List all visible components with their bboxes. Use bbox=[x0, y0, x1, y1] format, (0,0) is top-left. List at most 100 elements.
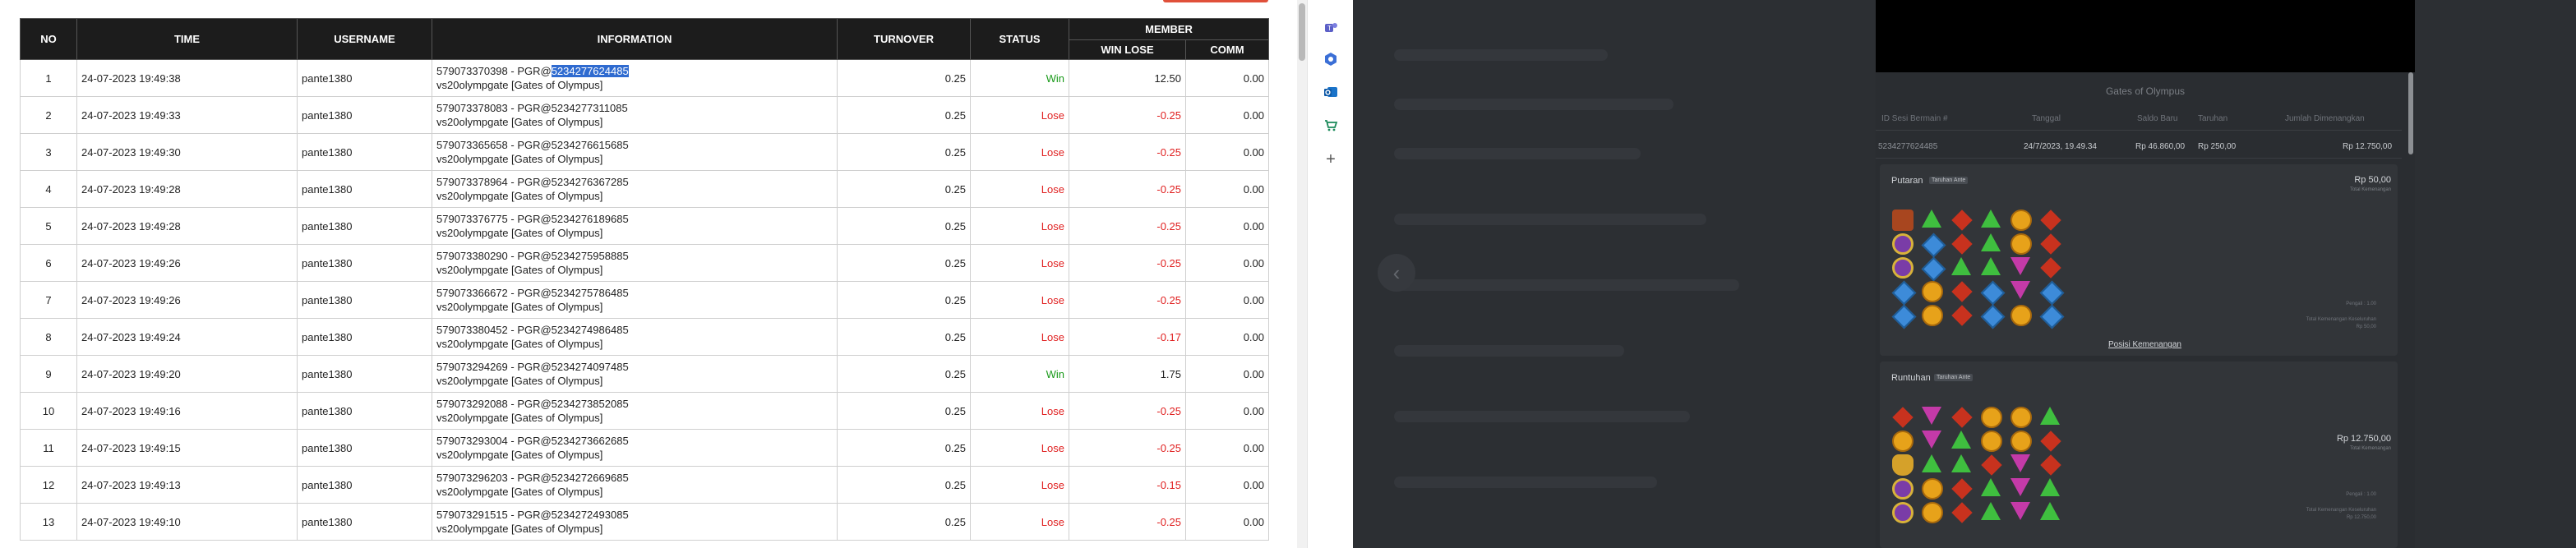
cell-time: 24-07-2023 19:49:26 bbox=[76, 281, 298, 319]
info-transaction: 579073376775 - PGR@5234276189685 bbox=[436, 213, 629, 225]
cell-comm: 0.00 bbox=[1185, 355, 1269, 393]
slot-symbol-icon bbox=[1951, 233, 1973, 255]
cell-no: 3 bbox=[20, 133, 77, 171]
info-transaction: 579073292088 - PGR@5234273852085 bbox=[436, 398, 629, 410]
spin-card-info: Pengali : 1.00 Total Kemenangan Keseluru… bbox=[2306, 301, 2376, 331]
info-line-1: 579073376775 - PGR@5234276189685 bbox=[436, 212, 833, 226]
slot-symbol-icon bbox=[2010, 502, 2030, 520]
table-row[interactable]: 1 24-07-2023 19:49:38 pante1380 57907337039… bbox=[20, 59, 1269, 97]
cell-information[interactable]: 579073296203 - PGR@5234272669685 vs20olym… bbox=[432, 466, 838, 504]
panel-scrollbar[interactable] bbox=[2408, 72, 2413, 154]
tumble-card-amount-label: Total Kemenangan bbox=[2349, 446, 2391, 451]
outlook-icon[interactable] bbox=[1323, 84, 1339, 100]
extension-icon[interactable] bbox=[1323, 51, 1339, 67]
game-history-viewer: ‹ Gates of Olympus ID Sesi Bermain # Tan… bbox=[1353, 0, 2576, 548]
spin-total-label: Total Kemenangan Keseluruhan bbox=[2306, 317, 2376, 322]
info-line-1: 579073378083 - PGR@5234277311085 bbox=[436, 101, 833, 115]
cell-time: 24-07-2023 19:49:33 bbox=[76, 96, 298, 134]
page-scrollbar[interactable] bbox=[1297, 0, 1307, 548]
table-row[interactable]: 11 24-07-2023 19:49:15 pante1380 5790732930… bbox=[20, 429, 1269, 467]
cell-information[interactable]: 579073293004 - PGR@5234273662685 vs20olym… bbox=[432, 429, 838, 467]
cell-status: Lose bbox=[970, 96, 1069, 134]
info-line-1: 579073370398 - PGR@5234277624485 bbox=[436, 64, 833, 78]
header-win: Jumlah Dimenangkan bbox=[2285, 114, 2365, 123]
slot-symbol-icon bbox=[1922, 281, 1943, 302]
cell-no: 11 bbox=[20, 429, 77, 467]
info-transaction: 579073366672 - PGR@5234275786485 bbox=[436, 287, 629, 299]
table-row[interactable]: 10 24-07-2023 19:49:16 pante1380 5790732920… bbox=[20, 392, 1269, 430]
cell-turnover: 0.25 bbox=[837, 133, 971, 171]
table-row[interactable]: 9 24-07-2023 19:49:20 pante1380 57907329426… bbox=[20, 355, 1269, 393]
cell-comm: 0.00 bbox=[1185, 133, 1269, 171]
table-row[interactable]: 8 24-07-2023 19:49:24 pante1380 57907338045… bbox=[20, 318, 1269, 356]
cell-information[interactable]: 579073292088 - PGR@5234273852085 vs20olym… bbox=[432, 392, 838, 430]
col-header-no[interactable]: NO bbox=[20, 18, 77, 60]
slot-symbol-icon bbox=[1951, 257, 1971, 275]
cell-information[interactable]: 579073380452 - PGR@5234274986485 vs20olym… bbox=[432, 318, 838, 356]
table-row[interactable]: 7 24-07-2023 19:49:26 pante1380 57907336667… bbox=[20, 281, 1269, 319]
cell-win-lose: -0.25 bbox=[1069, 96, 1186, 134]
tumble-card-badge: Taruhan Ante bbox=[1934, 374, 1974, 381]
cell-information[interactable]: 579073378083 - PGR@5234277311085 vs20olym… bbox=[432, 96, 838, 134]
col-header-win-lose[interactable]: WIN LOSE bbox=[1069, 39, 1186, 60]
slot-symbol-icon bbox=[1980, 304, 2006, 329]
cell-status: Lose bbox=[970, 429, 1069, 467]
add-icon[interactable]: + bbox=[1323, 150, 1339, 168]
cell-win-lose: -0.25 bbox=[1069, 133, 1186, 171]
col-header-username[interactable]: USERNAME bbox=[297, 18, 432, 60]
table-row[interactable]: 4 24-07-2023 19:49:28 pante1380 57907337896… bbox=[20, 170, 1269, 208]
col-header-comm[interactable]: COMM bbox=[1185, 39, 1269, 60]
teams-icon[interactable]: T bbox=[1323, 20, 1339, 36]
cell-no: 9 bbox=[20, 355, 77, 393]
cell-information[interactable]: 579073366672 - PGR@5234275786485 vs20olym… bbox=[432, 281, 838, 319]
cell-turnover: 0.25 bbox=[837, 170, 971, 208]
previous-arrow-icon[interactable]: ‹ bbox=[1378, 254, 1415, 292]
info-game: vs20olympgate [Gates of Olympus] bbox=[436, 116, 603, 128]
table-row[interactable]: 2 24-07-2023 19:49:33 pante1380 57907337808… bbox=[20, 96, 1269, 134]
cell-turnover: 0.25 bbox=[837, 96, 971, 134]
cell-information[interactable]: 579073294269 - PGR@5234274097485 vs20olym… bbox=[432, 355, 838, 393]
slot-symbol-icon bbox=[1892, 431, 1914, 452]
col-header-time[interactable]: TIME bbox=[76, 18, 298, 60]
cell-status: Lose bbox=[970, 281, 1069, 319]
shopping-icon[interactable] bbox=[1323, 117, 1339, 133]
winning-positions-link[interactable]: Posisi Kemenangan bbox=[2108, 340, 2181, 349]
cell-information[interactable]: 579073378964 - PGR@5234276367285 vs20olym… bbox=[432, 170, 838, 208]
cell-status: Lose bbox=[970, 133, 1069, 171]
slot-symbol-icon bbox=[2040, 257, 2061, 279]
slot-symbol-icon bbox=[2010, 478, 2030, 496]
table-row[interactable]: 3 24-07-2023 19:49:30 pante1380 57907336565… bbox=[20, 133, 1269, 171]
slot-symbol-icon bbox=[1922, 305, 1943, 326]
table-row[interactable]: 12 24-07-2023 19:49:13 pante1380 5790732962… bbox=[20, 466, 1269, 504]
slot-symbol-icon bbox=[2010, 454, 2030, 472]
cell-information[interactable]: 579073365658 - PGR@5234276615685 vs20olym… bbox=[432, 133, 838, 171]
cell-turnover: 0.25 bbox=[837, 392, 971, 430]
cell-turnover: 0.25 bbox=[837, 207, 971, 245]
col-header-information[interactable]: INFORMATION bbox=[432, 18, 838, 60]
col-header-turnover[interactable]: TURNOVER bbox=[837, 18, 971, 60]
slot-symbol-icon bbox=[2040, 478, 2060, 496]
slot-symbol-icon bbox=[1892, 210, 1914, 231]
cell-information[interactable]: 579073291515 - PGR@5234272493085 vs20olym… bbox=[432, 503, 838, 541]
cell-win-lose: 12.50 bbox=[1069, 59, 1186, 97]
info-transaction: 579073293004 - PGR@5234273662685 bbox=[436, 435, 629, 447]
cell-information[interactable]: 579073380290 - PGR@5234275958885 vs20olym… bbox=[432, 244, 838, 282]
slot-symbol-icon bbox=[1981, 210, 2001, 228]
info-transaction: 579073291515 - PGR@5234272493085 bbox=[436, 509, 629, 521]
cell-no: 8 bbox=[20, 318, 77, 356]
cell-win-lose: -0.15 bbox=[1069, 466, 1186, 504]
cell-username: pante1380 bbox=[297, 207, 432, 245]
cell-information[interactable]: 579073376775 - PGR@5234276189685 vs20olym… bbox=[432, 207, 838, 245]
cell-win-lose: 1.75 bbox=[1069, 355, 1186, 393]
cell-username: pante1380 bbox=[297, 96, 432, 134]
slot-symbol-icon bbox=[1922, 431, 1941, 449]
slot-symbol-icon bbox=[2040, 210, 2061, 231]
col-header-status[interactable]: STATUS bbox=[970, 18, 1069, 60]
table-row[interactable]: 5 24-07-2023 19:49:28 pante1380 57907337677… bbox=[20, 207, 1269, 245]
cell-status: Lose bbox=[970, 170, 1069, 208]
page-scrollbar-thumb[interactable] bbox=[1299, 3, 1305, 61]
table-row[interactable]: 6 24-07-2023 19:49:26 pante1380 57907338029… bbox=[20, 244, 1269, 282]
cell-information[interactable]: 579073370398 - PGR@5234277624485 vs20olym… bbox=[432, 59, 838, 97]
table-row[interactable]: 13 24-07-2023 19:49:10 pante1380 5790732915… bbox=[20, 503, 1269, 541]
top-action-button[interactable] bbox=[1163, 0, 1268, 2]
